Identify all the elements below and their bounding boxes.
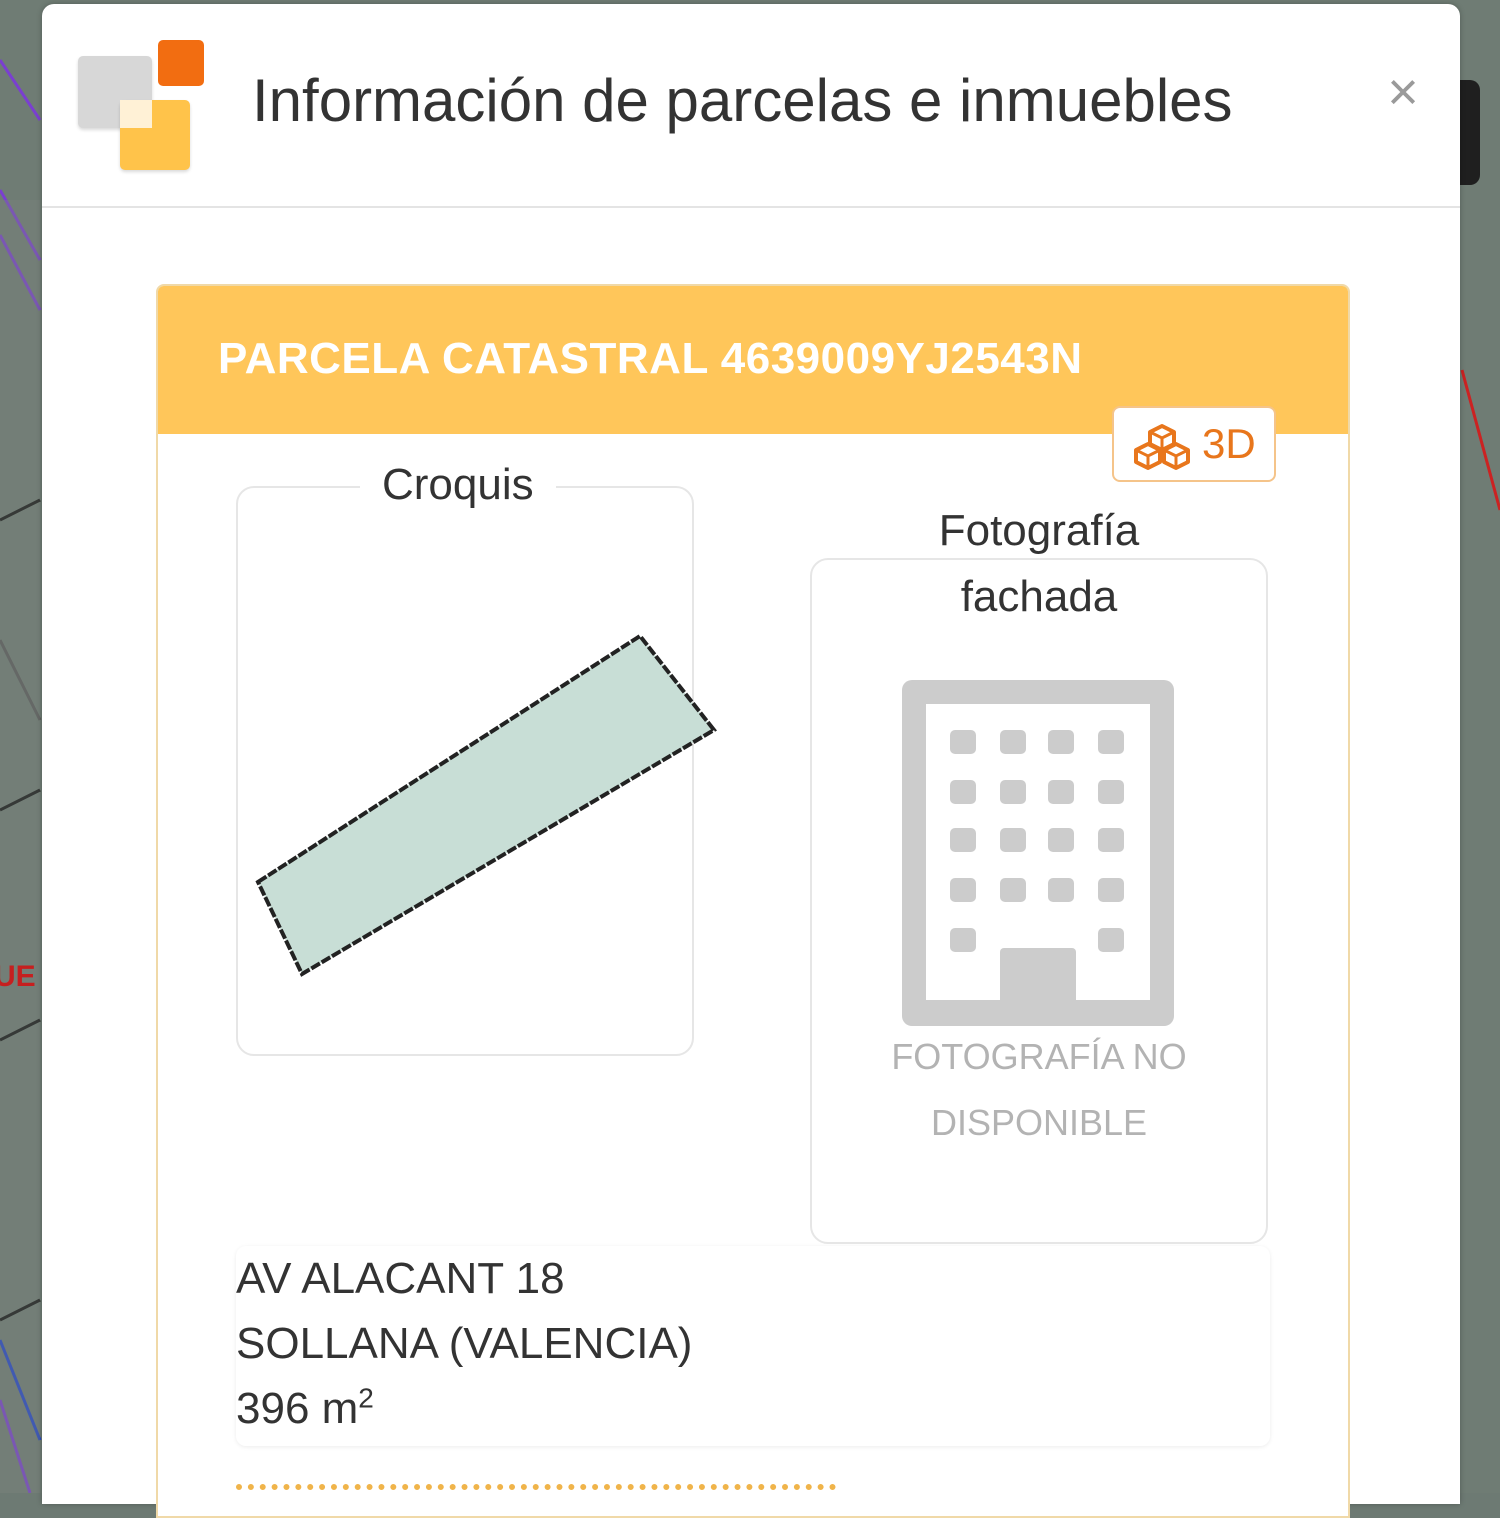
building-placeholder-icon: [902, 680, 1174, 1026]
no-photo-line1: FOTOGRAFÍA NO: [891, 1036, 1187, 1077]
no-photo-line2: DISPONIBLE: [930, 1102, 1148, 1143]
close-icon[interactable]: ×: [1378, 62, 1428, 122]
modal-title: Información de parcelas e inmuebles: [252, 67, 1233, 134]
catastro-logo: [78, 40, 208, 172]
view-3d-button[interactable]: 3D: [1112, 406, 1276, 482]
parcel-info-modal: Información de parcelas e inmuebles × PA…: [42, 4, 1460, 1518]
parcel-title: PARCELA CATASTRAL 4639009YJ2543N: [218, 334, 1083, 383]
modal-header: Información de parcelas e inmuebles ×: [42, 4, 1460, 208]
parcel-address: AV ALACANT 18 SOLLANA (VALENCIA) 396 m2: [236, 1246, 1270, 1446]
parcel-area: 396 m2: [236, 1376, 1270, 1441]
address-town: SOLLANA (VALENCIA): [236, 1319, 693, 1368]
no-photo-message: FOTOGRAFÍA NO DISPONIBLE: [810, 1024, 1268, 1156]
parcel-area-value: 396 m: [236, 1384, 359, 1433]
parcel-card: PARCELA CATASTRAL 4639009YJ2543N 3D Croq…: [156, 284, 1350, 1518]
map-label-fragment: UE: [0, 960, 36, 993]
cubes-3d-icon: [1134, 424, 1190, 470]
cut-off-row: [236, 1484, 836, 1500]
croquis-label: Croquis: [360, 460, 556, 510]
address-street: AV ALACANT 18: [236, 1254, 565, 1303]
parcel-sketch[interactable]: [254, 626, 724, 986]
parcel-area-exponent: 2: [358, 1382, 374, 1414]
view-3d-label: 3D: [1202, 420, 1256, 467]
facade-photo-label-line1: Fotografía: [924, 506, 1154, 555]
facade-photo-label: Fotografía fachada: [810, 498, 1268, 630]
facade-photo-label-line2: fachada: [946, 572, 1132, 621]
